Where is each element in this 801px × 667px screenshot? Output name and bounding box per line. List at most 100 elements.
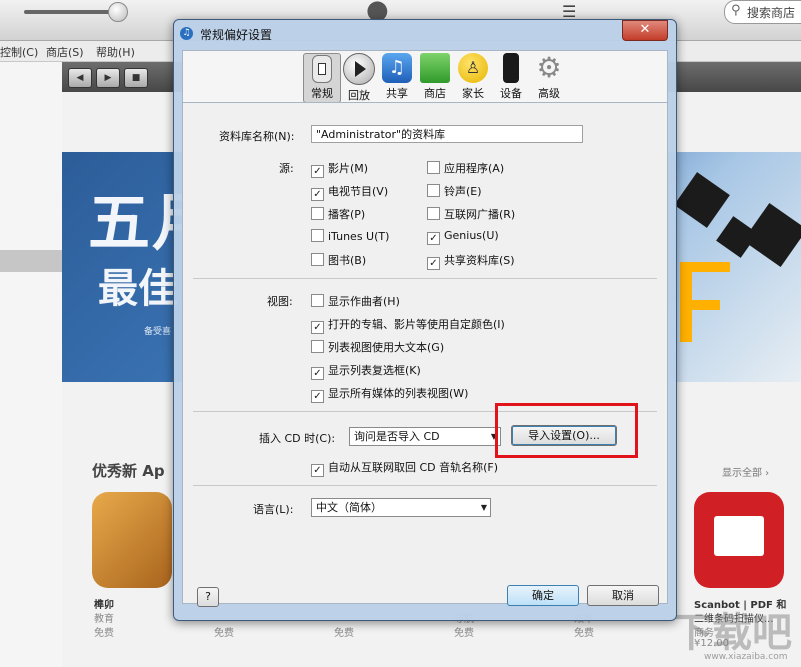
- tab-label: 高级: [538, 87, 560, 100]
- checkbox-label: 影片(M): [328, 162, 369, 175]
- checkbox-box[interactable]: ✓: [311, 390, 324, 403]
- source-podcasts-checkbox[interactable]: 播客(P): [311, 206, 366, 221]
- checkbox-box[interactable]: [427, 184, 440, 197]
- checkbox-box[interactable]: ✓: [311, 188, 324, 201]
- app-price: 免费: [214, 628, 234, 639]
- tab-sharing[interactable]: ♫ 共享: [379, 53, 415, 101]
- library-name-input[interactable]: "Administrator"的资料库: [311, 125, 583, 143]
- checkbox-box[interactable]: ✓: [311, 321, 324, 334]
- checkbox-box[interactable]: [311, 207, 324, 220]
- checkbox-label: 自动从互联网取回 CD 音轨名称(F): [328, 461, 499, 474]
- checkbox-box[interactable]: [311, 340, 324, 353]
- close-button[interactable]: ✕: [622, 20, 668, 41]
- back-button[interactable]: ◀: [68, 68, 92, 88]
- list-checkboxes-checkbox[interactable]: ✓ 显示列表复选框(K): [311, 362, 421, 380]
- custom-colors-checkbox[interactable]: ✓ 打开的专辑、影片等使用自定颜色(I): [311, 316, 505, 334]
- source-radio-checkbox[interactable]: 互联网广播(R): [427, 206, 516, 221]
- menu-store[interactable]: 商店(S): [46, 44, 84, 60]
- cd-action-select[interactable]: 询问是否导入 CD ▼: [349, 427, 501, 446]
- large-text-checkbox[interactable]: 列表视图使用大文本(G): [311, 339, 445, 354]
- itunes-icon: ♫: [180, 27, 193, 40]
- checkbox-label: Genius(U): [444, 229, 499, 242]
- switch-icon: [312, 55, 332, 83]
- source-ringtones-checkbox[interactable]: 铃声(E): [427, 183, 482, 198]
- checkbox-box[interactable]: [311, 294, 324, 307]
- checkbox-box[interactable]: [311, 229, 324, 242]
- banner-letter-shape: [680, 262, 730, 272]
- store-search-field[interactable]: ⚲ 搜索商店: [724, 0, 801, 24]
- parental-icon: ♙: [458, 53, 488, 83]
- source-apps-checkbox[interactable]: 应用程序(A): [427, 160, 504, 175]
- help-button[interactable]: ?: [197, 587, 219, 607]
- menu-help[interactable]: 帮助(H): [96, 44, 135, 60]
- preferences-toolbar: 常规 回放 ♫ 共享 商店 ♙ 家长 设备 ⚙ 高级: [182, 50, 668, 103]
- tab-devices[interactable]: 设备: [493, 53, 529, 101]
- app-price: 免费: [334, 628, 354, 639]
- source-genius-checkbox[interactable]: ✓ Genius(U): [427, 229, 499, 245]
- checkbox-label: 互联网广播(R): [444, 208, 516, 221]
- checkbox-label: 列表视图使用大文本(G): [328, 341, 445, 354]
- list-view-all-media-checkbox[interactable]: ✓ 显示所有媒体的列表视图(W): [311, 385, 468, 403]
- checkbox-label: iTunes U(T): [328, 230, 390, 243]
- tab-playback[interactable]: 回放: [341, 53, 377, 102]
- tab-store[interactable]: 商店: [417, 53, 453, 101]
- banner-caption: 备受喜: [144, 327, 172, 337]
- document-icon: [714, 516, 764, 556]
- sidebar: [0, 62, 63, 667]
- app-price: 免费: [574, 628, 594, 639]
- checkbox-label: 显示列表复选框(K): [328, 364, 421, 377]
- show-all-link[interactable]: 显示全部 ›: [722, 464, 769, 479]
- view-label: 视图:: [267, 295, 293, 308]
- checkbox-box[interactable]: ✓: [311, 165, 324, 178]
- app-icon-scanbot[interactable]: [694, 492, 784, 588]
- checkbox-label: 铃声(E): [444, 185, 482, 198]
- auto-fetch-cd-names-checkbox[interactable]: ✓ 自动从互联网取回 CD 音轨名称(F): [311, 459, 499, 477]
- language-select[interactable]: 中文（简体） ▼: [311, 498, 491, 517]
- source-tv-checkbox[interactable]: ✓ 电视节目(V): [311, 183, 388, 201]
- tab-parental[interactable]: ♙ 家长: [455, 53, 491, 101]
- general-preferences-dialog: ♫ 常规偏好设置 ✕ 常规 回放 ♫ 共享 商店 ♙ 家长 设备 ⚙ 高级 资料…: [173, 19, 677, 621]
- checkbox-label: 播客(P): [328, 208, 366, 221]
- checkbox-box[interactable]: [427, 207, 440, 220]
- source-shared-library-checkbox[interactable]: ✓ 共享资料库(S): [427, 252, 515, 270]
- watermark-url: www.xiazaiba.com: [704, 652, 788, 662]
- menu-control[interactable]: 控制(C): [0, 44, 38, 60]
- tab-advanced[interactable]: ⚙ 高级: [531, 53, 567, 101]
- checkbox-box[interactable]: ✓: [427, 232, 440, 245]
- app-name[interactable]: 榫卯: [94, 596, 114, 611]
- app-price: 免费: [94, 628, 114, 639]
- banner-subheadline: 最佳: [98, 266, 178, 312]
- show-composer-checkbox[interactable]: 显示作曲者(H): [311, 293, 400, 308]
- app-icon-sunmao[interactable]: [92, 492, 172, 588]
- section-title: 优秀新 Ap: [92, 462, 165, 480]
- forward-button[interactable]: ▶: [96, 68, 120, 88]
- ok-button[interactable]: 确定: [507, 585, 579, 606]
- source-movies-checkbox[interactable]: ✓ 影片(M): [311, 160, 369, 178]
- checkbox-box[interactable]: [427, 161, 440, 174]
- checkbox-box[interactable]: ✓: [427, 257, 440, 270]
- cancel-button[interactable]: 取消: [587, 585, 659, 606]
- select-value: 中文（简体）: [316, 501, 382, 514]
- sources-label: 源:: [279, 162, 294, 175]
- annotation-highlight-box: [495, 403, 638, 458]
- home-button[interactable]: ■: [124, 68, 148, 88]
- apple-logo-icon: ●: [366, 0, 389, 25]
- sidebar-selected-item[interactable]: [0, 250, 62, 272]
- checkbox-label: 打开的专辑、影片等使用自定颜色(I): [328, 318, 505, 331]
- source-books-checkbox[interactable]: 图书(B): [311, 252, 366, 267]
- checkbox-box[interactable]: [311, 253, 324, 266]
- tab-general[interactable]: 常规: [303, 53, 341, 103]
- select-value: 询问是否导入 CD: [354, 430, 440, 443]
- watermark-logo: 下载吧: [672, 610, 792, 656]
- volume-knob[interactable]: [108, 2, 128, 22]
- checkbox-label: 显示作曲者(H): [328, 295, 400, 308]
- checkbox-box[interactable]: ✓: [311, 464, 324, 477]
- source-itunesu-checkbox[interactable]: iTunes U(T): [311, 229, 389, 243]
- search-icon: ⚲: [731, 3, 741, 18]
- tab-label: 家长: [462, 87, 484, 100]
- language-label: 语言(L):: [253, 503, 294, 516]
- search-placeholder: 搜索商店: [747, 6, 796, 20]
- play-icon: [343, 53, 375, 85]
- checkbox-box[interactable]: ✓: [311, 367, 324, 380]
- dialog-title: 常规偏好设置: [200, 28, 273, 42]
